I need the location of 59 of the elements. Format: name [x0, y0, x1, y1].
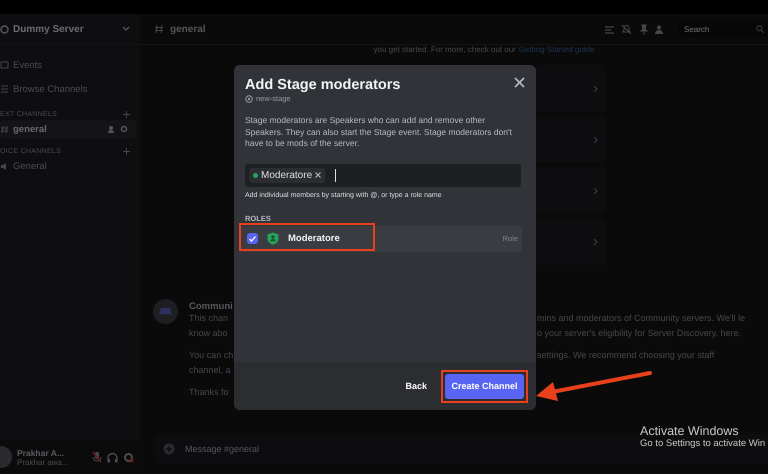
create-channel-button[interactable]: Create Channel — [445, 374, 524, 398]
stage-icon — [245, 94, 253, 102]
message-text: This chan — [189, 313, 230, 324]
message-text: mins and moderators of Community servers. We'll le — [537, 313, 746, 324]
search-field[interactable]: Search — [682, 24, 746, 34]
shield-icon — [267, 232, 279, 245]
message-text: You can ch — [189, 350, 233, 361]
members-field[interactable]: Moderatore — [245, 164, 521, 186]
person-plus-icon[interactable] — [108, 125, 116, 133]
threads-icon[interactable] — [604, 24, 615, 34]
remove-icon[interactable] — [315, 172, 322, 178]
nav-item[interactable]: Browse Channels — [0, 77, 140, 101]
message-input[interactable]: Message #general — [183, 443, 387, 455]
bell-off-icon[interactable] — [621, 24, 632, 34]
message-text: know abo — [189, 328, 229, 339]
banner-text: you get started. For more, check out our — [374, 45, 516, 56]
back-button[interactable]: Back — [405, 381, 427, 391]
chevron-right-icon — [593, 84, 598, 92]
message-text: settings. We recommend choosing your staff — [537, 350, 716, 361]
checkbox[interactable] — [247, 233, 258, 244]
channel-title: general — [170, 24, 207, 34]
close-icon[interactable] — [514, 77, 525, 88]
channel-item[interactable]: General — [0, 157, 136, 175]
message-text: channel, a — [189, 365, 232, 376]
channel-item[interactable]: general — [0, 120, 136, 138]
gear-icon[interactable] — [123, 452, 134, 462]
user-status: Prakhar awa... — [17, 458, 70, 466]
chevron-down-icon[interactable] — [122, 26, 130, 32]
checkmark-icon — [249, 236, 256, 242]
message-text: Thanks fo — [189, 387, 230, 398]
message-author: Communi — [189, 301, 234, 312]
server-icon — [0, 24, 9, 34]
microphone-icon[interactable] — [92, 451, 102, 463]
user-name: Prakhar A... — [17, 448, 65, 458]
chevron-right-icon — [593, 136, 598, 144]
message-text: o your server's eligibility for Server Discovery, here. — [537, 328, 742, 339]
search-icon — [756, 25, 764, 33]
chevron-right-icon — [593, 238, 598, 246]
dialog-title: Add Stage moderators — [245, 77, 400, 93]
server-name[interactable]: Dummy Server — [13, 24, 118, 34]
activation-notice-title: Activate Windows — [640, 424, 740, 438]
chevron-right-icon — [593, 186, 598, 194]
hash-icon — [0, 124, 9, 134]
nav-item[interactable]: Events — [0, 53, 140, 77]
dialog-description: Stage moderators are Speakers who can add and remove other Speakers. They can also start the Stage event. Stage moderators don't have to be mods of the server. — [244, 114, 514, 150]
list-icon — [0, 84, 9, 94]
calendar-icon — [0, 60, 9, 70]
gear-icon[interactable] — [120, 125, 128, 133]
speaker-icon — [0, 162, 9, 170]
pin-icon[interactable] — [638, 24, 649, 34]
members-icon[interactable] — [655, 24, 666, 34]
hash-icon — [154, 24, 164, 34]
plus-icon[interactable] — [123, 148, 130, 155]
plus-icon[interactable] — [123, 111, 130, 118]
plus-circle-icon[interactable] — [163, 443, 175, 455]
headphones-icon[interactable] — [107, 452, 118, 462]
activation-notice-text: Go to Settings to activate Win — [640, 438, 766, 449]
avatar[interactable] — [0, 446, 12, 468]
role-chip[interactable]: Moderatore — [249, 168, 326, 182]
